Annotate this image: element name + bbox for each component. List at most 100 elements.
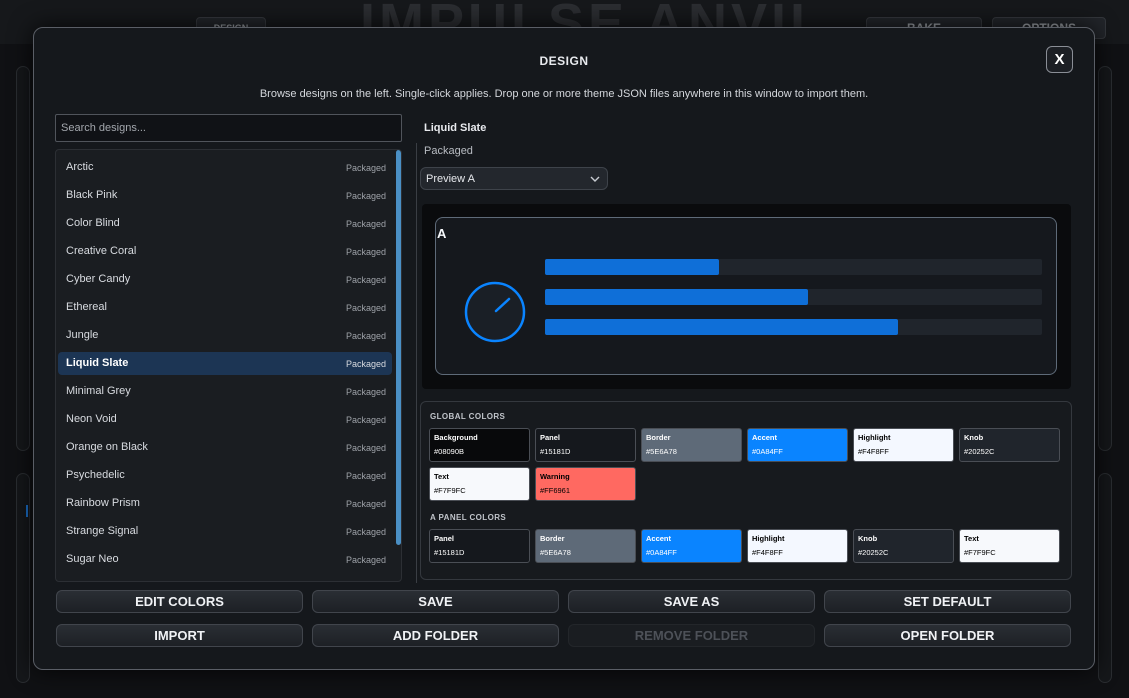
list-item-tag: Packaged xyxy=(345,303,386,313)
save-button[interactable]: SAVE xyxy=(312,590,559,613)
swatch-name: Warning xyxy=(540,472,570,481)
list-item-name: Orange on Black xyxy=(66,441,148,453)
swatch-hex: #15181D xyxy=(434,548,465,557)
list-item-tag: Packaged xyxy=(345,247,386,257)
swatch-name: Border xyxy=(540,534,565,543)
swatch-hex: #15181D xyxy=(540,447,571,456)
global-swatch-text[interactable]: Text #F7F9FC xyxy=(429,467,530,501)
global-swatch-warning[interactable]: Warning #FF6961 xyxy=(535,467,636,501)
preview-panel: A xyxy=(435,217,1057,375)
list-item[interactable]: Ethereal Packaged xyxy=(58,296,392,319)
swatch-hex: #F7F9FC xyxy=(964,548,996,557)
swatch-name: Border xyxy=(646,433,671,442)
swatch-name: Background xyxy=(434,433,478,442)
list-item-name: Rainbow Prism xyxy=(66,497,140,509)
list-item-tag: Packaged xyxy=(345,359,386,369)
list-item-name: Ethereal xyxy=(66,301,107,313)
list-item[interactable]: Liquid Slate Packaged xyxy=(58,352,392,375)
list-item-tag: Packaged xyxy=(345,191,386,201)
list-item-name: Psychedelic xyxy=(66,469,125,481)
swatch-name: Knob xyxy=(964,433,984,442)
preview-bar-track-1 xyxy=(545,259,1042,275)
remove-folder-button: REMOVE FOLDER xyxy=(568,624,815,647)
background-panel-right xyxy=(1098,66,1112,451)
swatch-hex: #20252C xyxy=(858,548,889,557)
swatch-hex: #08090B xyxy=(434,447,465,456)
theme-preview: A xyxy=(422,204,1071,389)
list-item-tag: Packaged xyxy=(345,331,386,341)
dialog-description: Browse designs on the left. Single-click… xyxy=(259,88,869,100)
list-item[interactable]: Orange on Black Packaged xyxy=(58,436,392,459)
list-item-tag: Packaged xyxy=(345,527,386,537)
list-item-name: Minimal Grey xyxy=(66,385,131,397)
preview-select-value: Preview A xyxy=(426,173,475,185)
list-item-name: Black Pink xyxy=(66,189,118,201)
list-item[interactable]: Jungle Packaged xyxy=(58,324,392,347)
swatch-hex: #F4F8FF xyxy=(858,447,889,456)
list-item[interactable]: Neon Void Packaged xyxy=(58,408,392,431)
dialog-title: DESIGN xyxy=(539,54,589,68)
panel-swatch-knob[interactable]: Knob #20252C xyxy=(853,529,954,563)
list-item-name: Neon Void xyxy=(66,413,117,425)
list-item[interactable]: Sugar Neo Packaged xyxy=(58,548,392,571)
design-list[interactable]: Sugar Neo Packaged Strange Signal Packaged R… xyxy=(55,149,402,582)
list-item[interactable]: Minimal Grey Packaged xyxy=(58,380,392,403)
global-swatch-panel[interactable]: Panel #15181D xyxy=(535,428,636,462)
close-button[interactable]: X xyxy=(1046,46,1073,73)
list-item-tag: Packaged xyxy=(345,443,386,453)
list-item-name: Jungle xyxy=(66,329,99,341)
import-button[interactable]: IMPORT xyxy=(56,624,303,647)
global-swatch-border[interactable]: Border #5E6A78 xyxy=(641,428,742,462)
list-item[interactable]: Black Pink Packaged xyxy=(58,184,392,207)
search-input[interactable] xyxy=(55,114,402,142)
colors-section: GLOBAL COLORS A PANEL COLORS Background #… xyxy=(420,401,1072,580)
list-item[interactable]: Creative Coral Packaged xyxy=(58,240,392,263)
swatch-name: Knob xyxy=(858,534,878,543)
edit-colors-button[interactable]: EDIT COLORS xyxy=(56,590,303,613)
swatch-hex: #5E6A78 xyxy=(540,548,571,557)
save-as-button[interactable]: SAVE AS xyxy=(568,590,815,613)
swatch-hex: #5E6A78 xyxy=(646,447,677,456)
set-default-button[interactable]: SET DEFAULT xyxy=(824,590,1071,613)
selected-design-name: Liquid Slate xyxy=(424,122,487,134)
list-item-tag: Packaged xyxy=(345,387,386,397)
knob-icon xyxy=(464,281,526,343)
global-swatch-background[interactable]: Background #08090B xyxy=(429,428,530,462)
panel-swatch-text[interactable]: Text #F7F9FC xyxy=(959,529,1060,563)
swatch-hex: #20252C xyxy=(964,447,995,456)
open-folder-button[interactable]: OPEN FOLDER xyxy=(824,624,1071,647)
swatch-hex: #0A84FF xyxy=(752,447,783,456)
background-accent xyxy=(26,505,28,517)
preview-bar-track-3 xyxy=(545,319,1042,335)
global-swatch-knob[interactable]: Knob #20252C xyxy=(959,428,1060,462)
list-item[interactable]: Psychedelic Packaged xyxy=(58,464,392,487)
add-folder-button[interactable]: ADD FOLDER xyxy=(312,624,559,647)
preview-select[interactable]: Preview A xyxy=(420,167,608,190)
panel-swatch-border[interactable]: Border #5E6A78 xyxy=(535,529,636,563)
list-item-name: Arctic xyxy=(66,161,94,173)
global-colors-label: GLOBAL COLORS xyxy=(430,412,506,421)
chevron-down-icon xyxy=(590,176,600,182)
list-item[interactable]: Rainbow Prism Packaged xyxy=(58,492,392,515)
list-item-tag: Packaged xyxy=(345,163,386,173)
background-panel-bottom-right xyxy=(1098,473,1112,683)
selected-design-source: Packaged xyxy=(424,145,473,157)
list-item[interactable]: Arctic Packaged xyxy=(58,156,392,179)
list-item[interactable]: Strange Signal Packaged xyxy=(58,520,392,543)
list-item-name: Creative Coral xyxy=(66,245,137,257)
list-item-name: Sugar Neo xyxy=(66,553,119,565)
swatch-name: Text xyxy=(434,472,449,481)
panel-colors-label: A PANEL COLORS xyxy=(430,513,507,522)
global-swatch-accent[interactable]: Accent #0A84FF xyxy=(747,428,848,462)
list-item-tag: Packaged xyxy=(345,415,386,425)
global-swatch-highlight[interactable]: Highlight #F4F8FF xyxy=(853,428,954,462)
swatch-name: Highlight xyxy=(858,433,891,442)
list-item-tag: Packaged xyxy=(345,499,386,509)
panel-swatch-highlight[interactable]: Highlight #F4F8FF xyxy=(747,529,848,563)
list-item[interactable]: Cyber Candy Packaged xyxy=(58,268,392,291)
panel-swatch-panel[interactable]: Panel #15181D xyxy=(429,529,530,563)
list-scrollbar[interactable] xyxy=(396,150,401,545)
list-item[interactable]: Color Blind Packaged xyxy=(58,212,392,235)
panel-swatch-accent[interactable]: Accent #0A84FF xyxy=(641,529,742,563)
swatch-name: Text xyxy=(964,534,979,543)
